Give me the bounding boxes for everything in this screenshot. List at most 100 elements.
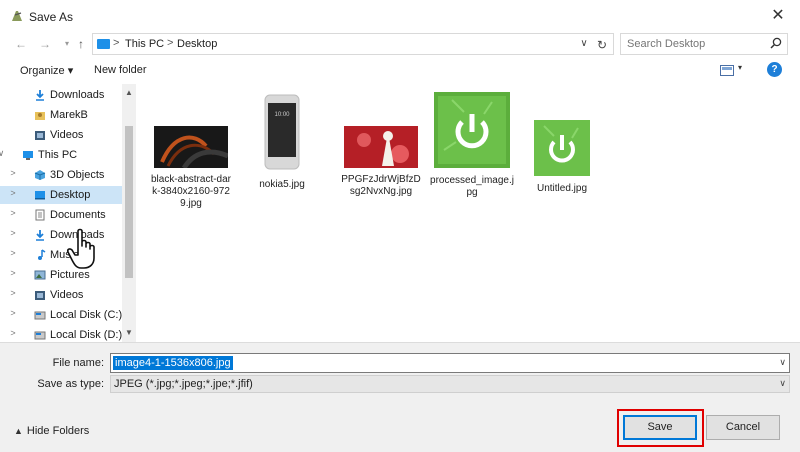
file-name: nokia5.jpg <box>259 179 305 190</box>
expand-chevron-icon[interactable]: > <box>8 248 18 258</box>
forward-arrow-icon[interactable]: → <box>36 35 54 53</box>
scroll-up-icon[interactable]: ▲ <box>122 86 136 100</box>
file-name: Untitled.jpg <box>536 183 588 194</box>
app-icon <box>12 11 22 21</box>
expand-chevron-icon[interactable]: > <box>8 168 18 178</box>
save-button[interactable]: Save <box>623 415 697 440</box>
close-button[interactable]: ✕ <box>766 4 790 28</box>
title-bar: Save As ✕ <box>0 0 800 32</box>
help-icon[interactable]: ? <box>767 62 782 77</box>
file-item[interactable]: processed_image.jpg <box>430 92 514 199</box>
power-green-thumbnail <box>434 92 510 168</box>
expand-chevron-icon[interactable]: > <box>8 188 18 198</box>
file-item[interactable]: Untitled.jpg <box>520 94 604 195</box>
power-green-thumbnail <box>534 120 590 176</box>
download-icon <box>36 90 44 101</box>
sidebar-item-label: Music <box>50 249 79 261</box>
new-folder-button[interactable]: New folder <box>94 64 147 76</box>
sidebar-item-label: MarekB <box>50 109 88 121</box>
expand-chevron-icon[interactable]: > <box>8 288 18 298</box>
chevron-up-icon: ▲ <box>14 426 23 436</box>
scrollbar-thumb[interactable] <box>125 126 133 278</box>
sidebar-item-label: 3D Objects <box>50 169 105 181</box>
file-name: processed_image.jpg <box>430 175 514 198</box>
view-options-icon[interactable] <box>720 65 734 76</box>
sidebar-item[interactable]: > Local Disk (C:) <box>0 306 122 324</box>
expand-chevron-icon[interactable]: ∨ <box>0 148 6 159</box>
expand-chevron-icon[interactable]: > <box>8 208 18 218</box>
save-as-type-dropdown-icon[interactable]: ∨ <box>779 378 786 389</box>
save-as-type-select[interactable]: JPEG (*.jpg;*.jpeg;*.jpe;*.jfif) ∨ <box>110 375 790 393</box>
file-item[interactable]: 10:00 nokia5.jpg <box>240 94 324 191</box>
scroll-down-icon[interactable]: ▼ <box>122 326 136 340</box>
save-options-panel: File name: image4-1-1536x806.jpg ∨ Save … <box>0 342 800 452</box>
sidebar-item[interactable]: > Desktop <box>0 186 122 204</box>
sidebar-item-label: Desktop <box>50 189 91 201</box>
back-arrow-icon[interactable]: ← <box>12 35 30 53</box>
sidebar-item[interactable]: Videos <box>0 126 122 144</box>
sidebar-item[interactable]: > Pictures <box>0 266 122 284</box>
address-dropdown-icon[interactable]: ∨ <box>577 37 591 51</box>
download-icon <box>36 230 44 241</box>
save-as-type-label: Save as type: <box>37 378 104 390</box>
file-name-dropdown-icon[interactable]: ∨ <box>779 357 786 368</box>
save-as-type-value: JPEG (*.jpg;*.jpeg;*.jpe;*.jfif) <box>114 378 253 390</box>
expand-chevron-icon[interactable]: > <box>8 328 18 338</box>
sidebar-item-label: Local Disk (C:) <box>50 309 123 321</box>
music-icon <box>38 249 46 260</box>
file-name: PPGFzJdrWjBfzDsg2NvxNg.jpg <box>341 174 421 197</box>
file-item[interactable]: black-abstract-dark-3840x2160-9729.jpg <box>149 94 233 210</box>
computer-icon <box>23 151 33 160</box>
sidebar-item[interactable]: ∨ This PC <box>0 146 122 164</box>
file-name-label: File name: <box>52 357 104 369</box>
hide-folders-button[interactable]: ▲ Hide Folders <box>14 425 89 437</box>
breadcrumb-desktop[interactable]: Desktop <box>177 38 217 50</box>
sidebar-item[interactable]: > Documents <box>0 206 122 224</box>
expand-chevron-icon[interactable]: > <box>8 308 18 318</box>
picture-icon <box>34 270 46 280</box>
video-icon <box>35 131 45 140</box>
file-item[interactable]: PPGFzJdrWjBfzDsg2NvxNg.jpg <box>339 94 423 198</box>
sidebar-item-label: Downloads <box>50 89 105 101</box>
search-icon[interactable] <box>769 36 783 50</box>
command-bar: Organize ▾ New folder ▾ ? <box>0 60 800 82</box>
address-bar[interactable]: > This PC > Desktop ∨ ↻ <box>92 33 614 55</box>
drive-icon <box>34 331 46 340</box>
sidebar-item[interactable]: > Downloads <box>0 226 122 244</box>
sidebar-item[interactable]: > Local Disk (D:) <box>0 326 122 342</box>
navigation-pane: Downloads MarekB Videos ∨ This PC >3D Objects… <box>0 84 136 342</box>
sidebar-item[interactable]: > Music <box>0 246 122 264</box>
sidebar-item-label: Pictures <box>50 269 90 281</box>
sidebar-item[interactable]: > Videos <box>0 286 122 304</box>
view-dropdown-icon[interactable]: ▾ <box>738 63 742 72</box>
file-name: black-abstract-dark-3840x2160-9729.jpg <box>150 174 232 209</box>
sidebar-item-label: Documents <box>50 209 106 221</box>
cancel-button[interactable]: Cancel <box>706 415 780 440</box>
sidebar-item[interactable]: >3D Objects <box>0 166 122 184</box>
sidebar-item-label: Videos <box>50 129 84 141</box>
svg-text:10:00: 10:00 <box>274 112 290 118</box>
sidebar-item-label: Videos <box>50 289 84 301</box>
hide-folders-label: Hide Folders <box>26 425 90 437</box>
sidebar-item[interactable]: Downloads <box>0 86 122 104</box>
computer-icon <box>97 39 110 49</box>
breadcrumb-this-pc[interactable]: This PC <box>125 38 164 50</box>
dark-abstract-thumbnail <box>154 126 230 170</box>
cube-icon <box>34 170 46 180</box>
sidebar-item-label: Downloads <box>50 229 105 241</box>
refresh-icon[interactable]: ↻ <box>593 36 611 54</box>
organize-button[interactable]: Organize ▾ <box>20 64 73 77</box>
document-icon <box>35 209 45 221</box>
phone-thumbnail: 10:00 <box>264 94 300 170</box>
desktop-icon <box>35 191 45 200</box>
file-name-value: image4-1-1536x806.jpg <box>113 356 233 370</box>
search-input[interactable] <box>620 33 788 55</box>
sidebar-item[interactable]: MarekB <box>0 106 122 124</box>
expand-chevron-icon[interactable]: > <box>8 228 18 238</box>
expand-chevron-icon[interactable]: > <box>8 268 18 278</box>
up-arrow-icon[interactable]: ↑ <box>72 35 90 53</box>
file-list: black-abstract-dark-3840x2160-9729.jpg 1… <box>136 84 800 342</box>
navigation-scrollbar[interactable]: ▲ ▼ <box>122 84 136 342</box>
file-name-input[interactable]: image4-1-1536x806.jpg ∨ <box>110 353 790 373</box>
video-icon <box>35 291 45 300</box>
